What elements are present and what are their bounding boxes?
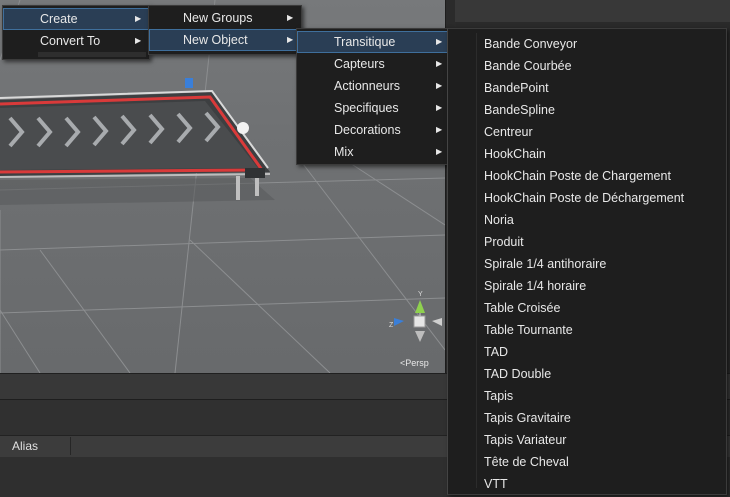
menu-item-tapis[interactable]: Tapis [448, 385, 726, 407]
submenu-arrow-icon: ▶ [436, 125, 443, 134]
column-divider [70, 437, 71, 455]
menu-item-label: New Object [183, 33, 248, 47]
menu-item-noria[interactable]: Noria [448, 209, 726, 231]
create-submenu: New Groups ▶ New Object ▶ [148, 5, 302, 55]
menu-item-label: Produit [484, 235, 524, 249]
submenu-arrow-icon: ▶ [287, 13, 294, 22]
menu-item-table-croisee[interactable]: Table Croisée [448, 297, 726, 319]
menu-item-hookchain-chargement[interactable]: HookChain Poste de Chargement [448, 165, 726, 187]
menu-item-hookchain-dechargement[interactable]: HookChain Poste de Déchargement [448, 187, 726, 209]
menu-item-label: Create [40, 12, 78, 26]
menu-item-label: New Groups [183, 11, 253, 25]
menu-item-capteurs[interactable]: Capteurs ▶ [297, 53, 449, 75]
alias-column-header[interactable]: Alias [12, 439, 38, 453]
new-object-submenu: Transitique ▶ Capteurs ▶ Actionneurs ▶ S… [296, 28, 450, 165]
menu-item-label: Decorations [334, 123, 401, 137]
submenu-arrow-icon: ▶ [135, 14, 142, 23]
menu-item-hookchain[interactable]: HookChain [448, 143, 726, 165]
submenu-arrow-icon: ▶ [436, 147, 443, 156]
menu-item-convert-to[interactable]: Convert To ▶ [3, 30, 149, 52]
menu-item-tad[interactable]: TAD [448, 341, 726, 363]
gizmo-y-label: Y [418, 291, 423, 298]
menu-item-tapis-variateur[interactable]: Tapis Variateur [448, 429, 726, 451]
menu-item-bande-courbee[interactable]: Bande Courbée [448, 55, 726, 77]
menu-item-new-groups[interactable]: New Groups ▶ [149, 7, 301, 29]
menu-item-label: Tapis Variateur [484, 433, 567, 447]
menu-item-vtt[interactable]: VTT [448, 473, 726, 495]
orientation-gizmo-icon[interactable]: Y Z [388, 288, 444, 350]
menu-item-centreur[interactable]: Centreur [448, 121, 726, 143]
menu-item-label: Specifiques [334, 101, 399, 115]
menu-item-label: TAD [484, 345, 509, 359]
submenu-arrow-icon: ▶ [436, 103, 443, 112]
projection-toggle[interactable]: <Persp [400, 358, 429, 368]
menu-item-bande-conveyor[interactable]: Bande Conveyor [448, 33, 726, 55]
menu-item-label: HookChain [484, 147, 546, 161]
menu-item-bandepoint[interactable]: BandePoint [448, 77, 726, 99]
transitique-submenu: Bande Conveyor Bande Courbée BandePoint … [447, 28, 727, 495]
menu-item-spirale-antihoraire[interactable]: Spirale 1/4 antihoraire [448, 253, 726, 275]
menu-item-label: HookChain Poste de Déchargement [484, 191, 685, 205]
context-menu: Create ▶ Convert To ▶ [2, 5, 150, 60]
menu-item-label: BandePoint [484, 81, 549, 95]
menu-item-label: Tête de Cheval [484, 455, 569, 469]
menu-item-produit[interactable]: Produit [448, 231, 726, 253]
menu-item-label: Table Tournante [484, 323, 573, 337]
menu-item-label: Bande Conveyor [484, 37, 578, 51]
menu-item-label: Actionneurs [334, 79, 401, 93]
menu-item-label: HookChain Poste de Chargement [484, 169, 671, 183]
menu-item-label: Convert To [40, 34, 101, 48]
menu-item-table-tournante[interactable]: Table Tournante [448, 319, 726, 341]
right-panel-header [455, 0, 730, 22]
menu-item-label: Noria [484, 213, 514, 227]
menu-item-label: Spirale 1/4 horaire [484, 279, 587, 293]
menu-item-label: Capteurs [334, 57, 385, 71]
menu-item-label: Transitique [334, 35, 396, 49]
menu-item-spirale-horaire[interactable]: Spirale 1/4 horaire [448, 275, 726, 297]
menu-item-new-object[interactable]: New Object ▶ [149, 29, 301, 51]
menu-item-label: Mix [334, 145, 354, 159]
menu-item-tapis-gravitaire[interactable]: Tapis Gravitaire [448, 407, 726, 429]
menu-item-label: Spirale 1/4 antihoraire [484, 257, 607, 271]
menu-item-label: BandeSpline [484, 103, 555, 117]
menu-item-create[interactable]: Create ▶ [3, 8, 149, 30]
submenu-arrow-icon: ▶ [135, 36, 142, 45]
menu-item-label: TAD Double [484, 367, 552, 381]
menu-item-label: Centreur [484, 125, 533, 139]
menu-item-label: VTT [484, 477, 508, 491]
menu-scroll-stub [38, 52, 146, 57]
submenu-arrow-icon: ▶ [436, 37, 443, 46]
menu-item-label: Tapis Gravitaire [484, 411, 571, 425]
gizmo-z-label: Z [389, 322, 394, 329]
submenu-arrow-icon: ▶ [436, 59, 443, 68]
menu-item-transitique[interactable]: Transitique ▶ [297, 31, 449, 53]
menu-item-tad-double[interactable]: TAD Double [448, 363, 726, 385]
menu-item-label: Bande Courbée [484, 59, 572, 73]
menu-item-label: Table Croisée [484, 301, 561, 315]
submenu-arrow-icon: ▶ [287, 35, 294, 44]
menu-item-tete-de-cheval[interactable]: Tête de Cheval [448, 451, 726, 473]
menu-item-label: Tapis [484, 389, 514, 403]
menu-item-bandespline[interactable]: BandeSpline [448, 99, 726, 121]
menu-item-actionneurs[interactable]: Actionneurs ▶ [297, 75, 449, 97]
menu-item-decorations[interactable]: Decorations ▶ [297, 119, 449, 141]
menu-item-mix[interactable]: Mix ▶ [297, 141, 449, 163]
menu-item-specifiques[interactable]: Specifiques ▶ [297, 97, 449, 119]
submenu-arrow-icon: ▶ [436, 81, 443, 90]
projection-label: Persp [405, 358, 429, 368]
